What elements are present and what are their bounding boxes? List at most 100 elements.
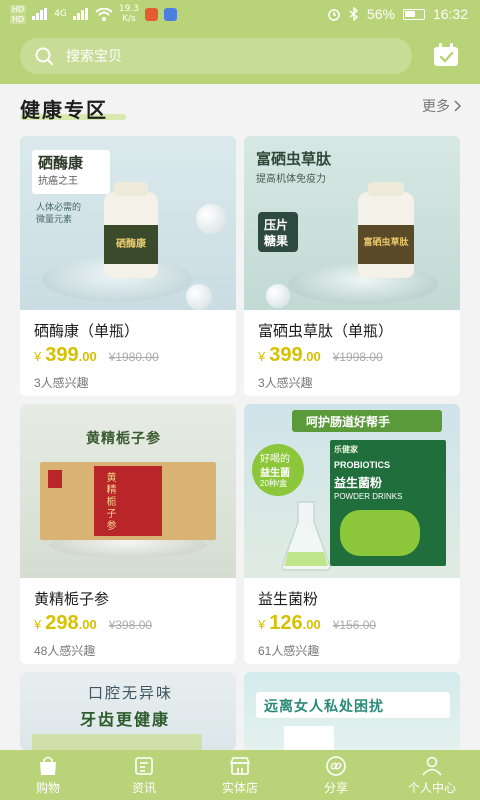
product-card[interactable]: 硒酶康 抗癌之王 人体必需的 微量元素 硒酶康 硒酶康（单瓶） ¥ 399 .0… — [20, 136, 236, 396]
person-icon — [422, 756, 442, 776]
app-notification-icon — [144, 7, 158, 21]
currency-symbol: ¥ — [258, 617, 266, 632]
product-box: 黄精栀子参 — [40, 462, 216, 540]
search-placeholder: 搜索宝贝 — [66, 48, 122, 64]
battery-percent: 56% — [366, 6, 395, 22]
price-integer: 399 — [45, 344, 79, 366]
header: HD HD 4G 19.3 K/s 56% 16:32 搜索宝贝 — [0, 0, 480, 84]
product-box: 乐健家 PROBIOTICS 益生菌粉 POWDER DRINKS — [330, 440, 446, 566]
interest-count: 61人感兴趣 — [258, 644, 320, 658]
original-price: ¥398.00 — [108, 618, 153, 632]
bottle-image: 富硒虫草肽 — [358, 182, 414, 278]
art-banner-text: 呵护肠道好帮手 — [306, 415, 391, 429]
status-bar: HD HD 4G 19.3 K/s 56% 16:32 — [0, 0, 480, 30]
product-name: 黄精栀子参 — [34, 591, 110, 608]
network-type: 4G — [54, 9, 67, 19]
interest-count: 3人感兴趣 — [34, 376, 89, 390]
bottle-label: 硒酶康 — [116, 238, 146, 250]
nav-item-store[interactable]: 实体店 — [192, 750, 288, 800]
nav-item-share[interactable]: 分享 — [288, 750, 384, 800]
nav-label: 购物 — [35, 780, 60, 795]
nav-label: 实体店 — [221, 780, 258, 795]
original-price: ¥156.00 — [332, 618, 377, 632]
product-price: ¥ 298 .00 ¥398.00 — [34, 612, 152, 635]
chevron-right-icon — [454, 100, 462, 112]
box-text: PROBIOTICS — [334, 460, 391, 470]
nav-item-profile[interactable]: 个人中心 — [384, 750, 480, 800]
signal-icon — [32, 8, 48, 20]
box-text: POWDER DRINKS — [334, 492, 403, 501]
original-price: ¥1998.00 — [332, 350, 383, 364]
art-bubble-text: 好喝的 — [260, 454, 290, 465]
art-headline: 富硒虫草肽 — [256, 151, 332, 168]
store-icon — [229, 756, 251, 775]
product-price: ¥ 399 .00 ¥1980.00 — [34, 344, 159, 367]
share-link-icon — [326, 755, 346, 776]
currency-symbol: ¥ — [258, 349, 266, 364]
decorative-ball — [266, 284, 290, 308]
currency-symbol: ¥ — [34, 617, 42, 632]
art-tag: 压片 — [264, 218, 289, 232]
interest-count: 3人感兴趣 — [258, 376, 313, 390]
product-card[interactable]: 富硒虫草肽 提高机体免疫力 压片 糖果 富硒虫草肽 富硒虫草肽（单瓶） ¥ 39… — [244, 136, 460, 396]
sim-indicators: HD HD — [10, 4, 27, 24]
product-image: 硒酶康 抗癌之王 人体必需的 微量元素 硒酶康 — [20, 136, 236, 310]
art-tag: 糖果 — [264, 234, 289, 248]
product-card[interactable]: 远离女人私处困扰 — [244, 672, 460, 750]
product-box — [32, 734, 202, 750]
price-decimal: .00 — [302, 617, 321, 632]
decorative-ball — [196, 204, 226, 234]
shopping-bag-icon — [40, 756, 56, 775]
decorative-ball — [186, 284, 212, 310]
flask-icon — [281, 501, 331, 571]
signal-icon — [72, 8, 88, 20]
net-speed: 19.3 K/s — [119, 4, 139, 24]
news-icon — [135, 756, 153, 775]
nav-label: 分享 — [323, 780, 348, 795]
product-name: 益生菌粉 — [258, 591, 319, 608]
price-decimal: .00 — [78, 349, 97, 364]
battery-icon — [402, 8, 425, 20]
bottle-label: 富硒虫草肽 — [363, 237, 409, 248]
product-image: 呵护肠道好帮手 好喝的 益生菌 20种/盒 乐健家 PROBIOTICS 益生菌… — [244, 404, 460, 578]
product-price: ¥ 399 .00 ¥1998.00 — [258, 344, 383, 367]
more-link[interactable]: 更多 — [422, 96, 462, 116]
product-card[interactable]: 呵护肠道好帮手 好喝的 益生菌 20种/盒 乐健家 PROBIOTICS 益生菌… — [244, 404, 460, 664]
search-icon — [35, 47, 53, 65]
art-line: 口腔无异味 — [88, 685, 174, 702]
net-speed-unit: K/s — [122, 14, 136, 24]
art-headline: 黄精栀子参 — [86, 430, 161, 446]
currency-symbol: ¥ — [34, 349, 42, 364]
section-title: 健康专区 — [20, 100, 108, 122]
product-price: ¥ 126 .00 ¥156.00 — [258, 612, 376, 635]
price-integer: 399 — [269, 344, 303, 366]
clock: 16:32 — [432, 6, 468, 22]
art-line: 微量元素 — [36, 214, 73, 224]
nav-label: 个人中心 — [407, 780, 456, 795]
interest-count: 48人感兴趣 — [34, 644, 96, 658]
product-name: 富硒虫草肽（单瓶） — [258, 323, 394, 340]
sim1-label: HD — [10, 4, 27, 14]
art-subline: 抗癌之王 — [38, 176, 78, 187]
app-notification-icon — [163, 7, 177, 21]
product-card[interactable]: 口腔无异味 牙齿更健康 — [20, 672, 236, 750]
nav-item-news[interactable]: 资讯 — [96, 750, 192, 800]
art-headline: 硒酶康 — [38, 155, 84, 172]
price-decimal: .00 — [78, 617, 97, 632]
search-bar[interactable]: 搜索宝贝 — [20, 38, 412, 74]
calendar-check-icon[interactable] — [432, 42, 460, 68]
alarm-icon — [328, 9, 340, 21]
bottle-image: 硒酶康 — [104, 182, 158, 278]
product-box — [284, 726, 334, 750]
product-image: 黄精栀子参 黄精栀子参 — [20, 404, 236, 578]
box-brand: 乐健家 — [334, 445, 358, 454]
product-image: 富硒虫草肽 提高机体免疫力 压片 糖果 富硒虫草肽 — [244, 136, 460, 310]
nav-label: 资讯 — [131, 780, 156, 795]
original-price: ¥1980.00 — [108, 350, 159, 364]
box-text: 黄精栀子参 — [104, 472, 115, 532]
nav-item-shopping[interactable]: 购物 — [0, 750, 96, 800]
net-speed-value: 19.3 — [118, 4, 139, 14]
product-image: 远离女人私处困扰 — [244, 672, 460, 750]
art-bubble-text: 益生菌 — [260, 468, 290, 479]
product-card[interactable]: 黄精栀子参 黄精栀子参 黄精栀子参 ¥ 298 .00 ¥398.00 48人感… — [20, 404, 236, 664]
